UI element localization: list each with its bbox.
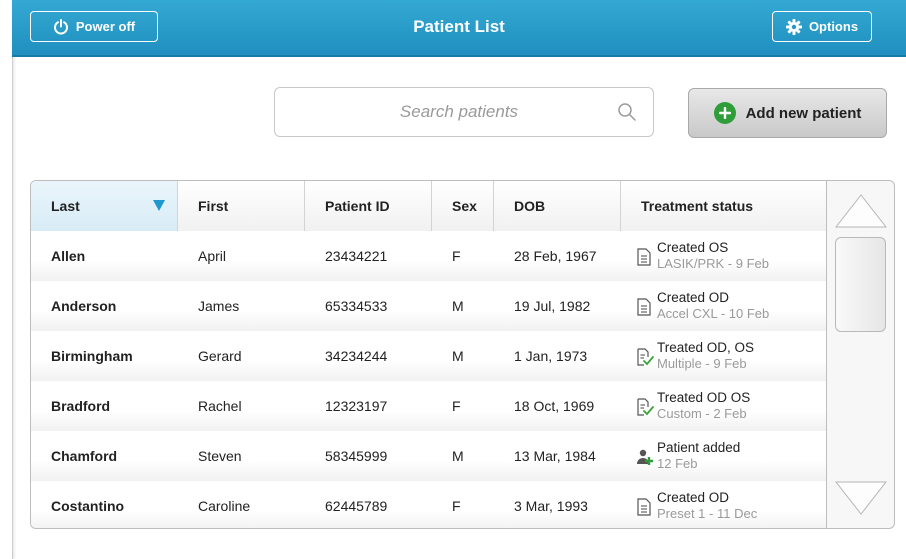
cell-first: April (198, 248, 227, 264)
scrollbar-thumb[interactable] (835, 237, 886, 332)
app-window: Power off Patient List Options Search pa… (0, 0, 906, 559)
cell-last: Allen (51, 248, 86, 264)
table-scrollbar[interactable] (827, 180, 895, 529)
person-add-icon (636, 448, 653, 466)
cell-first: Rachel (198, 398, 242, 414)
cell-dob: 19 Jul, 1982 (514, 298, 591, 314)
window-left-edge (0, 0, 13, 559)
column-header-first[interactable]: First (178, 181, 305, 231)
column-header-first-label: First (198, 198, 229, 214)
cell-dob: 3 Mar, 1993 (514, 498, 588, 514)
document-icon (636, 498, 652, 516)
search-icon[interactable] (617, 102, 637, 122)
cell-dob: 1 Jan, 1973 (514, 348, 588, 364)
treatment-status-detail: Accel CXL - 10 Feb (657, 306, 770, 321)
table-row[interactable]: Chamford Steven 58345999 M 13 Mar, 1984 Patie… (31, 431, 826, 482)
cell-sex: M (452, 298, 464, 314)
column-header-patient-id[interactable]: Patient ID (305, 181, 432, 231)
cell-last: Bradford (51, 398, 111, 414)
treatment-status-detail: LASIK/PRK - 9 Feb (657, 256, 769, 271)
treatment-status-text: Treated OD OS (657, 390, 751, 405)
document-check-icon (636, 398, 654, 416)
treatment-status-detail: Preset 1 - 11 Dec (657, 506, 758, 521)
treatment-status-text: Created OD (657, 490, 730, 505)
gear-icon (785, 18, 802, 35)
table-row[interactable]: Allen April 23434221 F 28 Feb, 1967 Created O… (31, 231, 826, 282)
cell-treatment-status: Treated OD, OS Multiple - 9 Feb (621, 331, 826, 381)
cell-patient-id: 12323197 (325, 398, 388, 414)
cell-last: Costantino (51, 498, 125, 514)
column-header-treatment-status-label: Treatment status (641, 198, 754, 214)
cell-patient-id: 62445789 (325, 498, 388, 514)
document-icon (636, 298, 652, 316)
cell-treatment-status: Created OD Preset 1 - 11 Dec (621, 481, 826, 528)
patient-table: Last First Patient ID Sex DOB Treatment … (30, 180, 827, 529)
column-header-sex-label: Sex (452, 198, 477, 214)
sort-descending-icon (153, 200, 165, 211)
add-new-patient-label: Add new patient (745, 104, 862, 122)
cell-sex: M (452, 448, 464, 464)
top-bar: Power off Patient List Options (12, 0, 906, 57)
cell-first: James (198, 298, 240, 314)
cell-treatment-status: Patient added 12 Feb (621, 431, 826, 481)
column-header-sex[interactable]: Sex (432, 181, 494, 231)
plus-circle-icon (713, 102, 736, 124)
cell-dob: 13 Mar, 1984 (514, 448, 596, 464)
column-header-dob[interactable]: DOB (494, 181, 621, 231)
treatment-status-text: Created OS (657, 240, 729, 255)
table-header: Last First Patient ID Sex DOB Treatment … (31, 181, 826, 232)
cell-first: Steven (198, 448, 242, 464)
cell-sex: M (452, 348, 464, 364)
cell-first: Gerard (198, 348, 242, 364)
treatment-status-detail: 12 Feb (657, 456, 698, 471)
treatment-status-text: Created OD (657, 290, 730, 305)
treatment-status-detail: Multiple - 9 Feb (657, 356, 747, 371)
cell-patient-id: 58345999 (325, 448, 388, 464)
document-icon (636, 248, 652, 266)
cell-sex: F (452, 498, 461, 514)
table-row[interactable]: Costantino Caroline 62445789 F 3 Mar, 1993 Cr… (31, 481, 826, 528)
cell-last: Chamford (51, 448, 118, 464)
treatment-status-text: Treated OD, OS (657, 340, 755, 355)
cell-dob: 18 Oct, 1969 (514, 398, 595, 414)
cell-treatment-status: Created OS LASIK/PRK - 9 Feb (621, 231, 826, 281)
cell-patient-id: 34234244 (325, 348, 388, 364)
table-row[interactable]: Bradford Rachel 12323197 F 18 Oct, 1969 Treat… (31, 381, 826, 432)
column-header-last[interactable]: Last (31, 181, 178, 231)
column-header-treatment-status[interactable]: Treatment status (621, 181, 826, 231)
options-button[interactable]: Options (772, 11, 872, 42)
document-check-icon (636, 348, 654, 366)
column-header-dob-label: DOB (514, 198, 546, 214)
cell-first: Caroline (198, 498, 251, 514)
treatment-status-text: Patient added (657, 440, 741, 455)
add-new-patient-button[interactable]: Add new patient (688, 88, 887, 138)
cell-patient-id: 23434221 (325, 248, 388, 264)
cell-dob: 28 Feb, 1967 (514, 248, 597, 264)
cell-sex: F (452, 248, 461, 264)
table-row[interactable]: Birmingham Gerard 34234244 M 1 Jan, 1973 Trea… (31, 331, 826, 382)
scroll-down-arrow-icon[interactable] (834, 480, 888, 516)
column-header-last-label: Last (51, 198, 80, 214)
search-input[interactable] (275, 88, 605, 136)
cell-last: Anderson (51, 298, 117, 314)
search-box[interactable] (274, 87, 654, 137)
cell-patient-id: 65334533 (325, 298, 388, 314)
cell-treatment-status: Treated OD OS Custom - 2 Feb (621, 381, 826, 431)
cell-last: Birmingham (51, 348, 133, 364)
column-header-patient-id-label: Patient ID (325, 198, 390, 214)
options-label: Options (808, 19, 859, 34)
scroll-up-arrow-icon[interactable] (834, 193, 888, 229)
cell-treatment-status: Created OD Accel CXL - 10 Feb (621, 281, 826, 331)
table-row[interactable]: Anderson James 65334533 M 19 Jul, 1982 Create… (31, 281, 826, 332)
treatment-status-detail: Custom - 2 Feb (657, 406, 747, 421)
cell-sex: F (452, 398, 461, 414)
